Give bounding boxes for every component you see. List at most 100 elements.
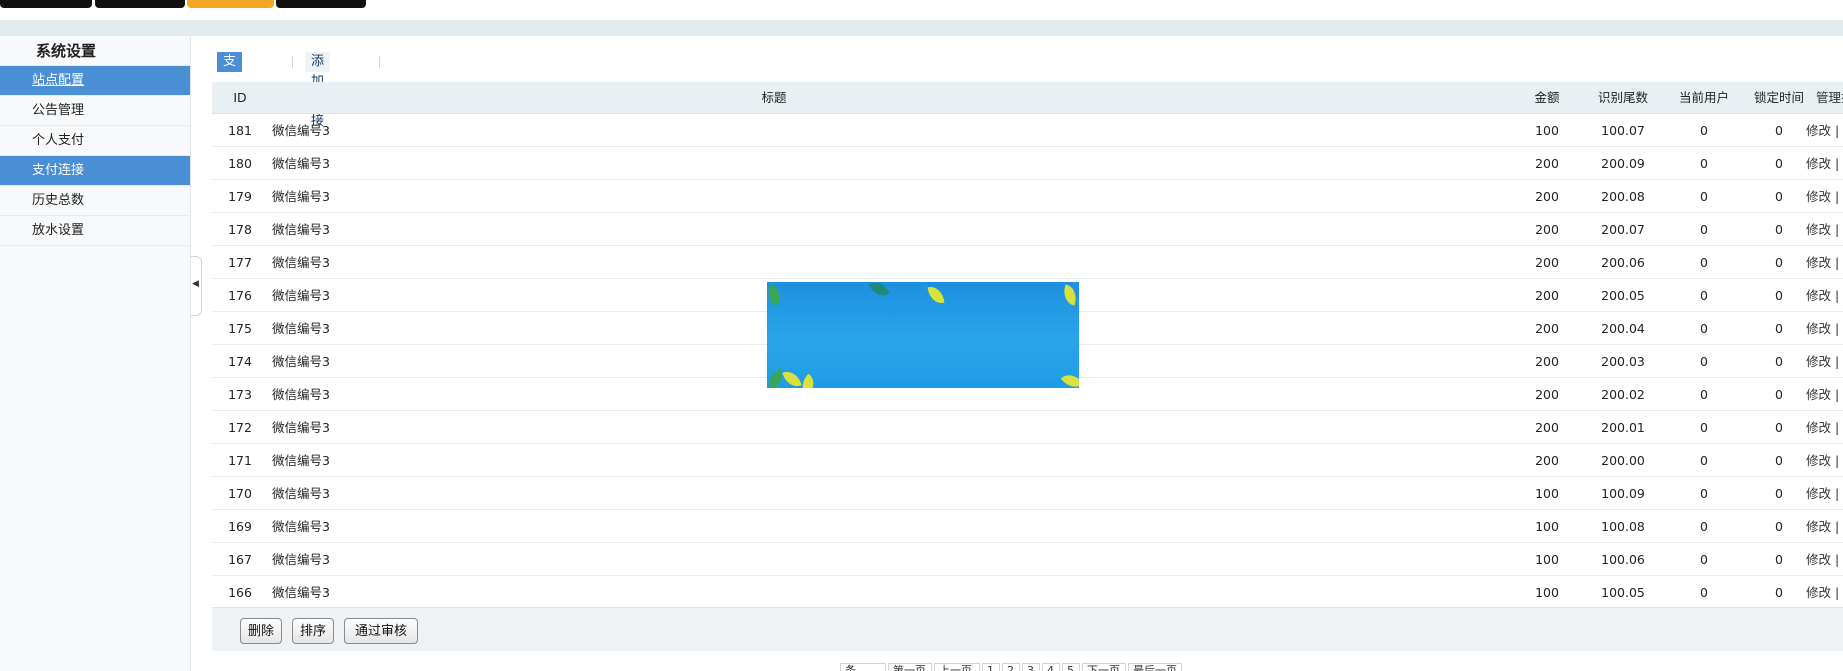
cell-amount: 200	[1535, 288, 1559, 303]
cell-user: 0	[1700, 321, 1708, 336]
pager-item[interactable]: 第一页	[888, 663, 932, 671]
cell-manage-links[interactable]: 修改 | 删	[1806, 411, 1843, 444]
cell-id: 173	[228, 387, 252, 402]
col-header-code[interactable]: 识别尾数	[1584, 82, 1662, 114]
cell-id: 175	[228, 321, 252, 336]
cell-code: 200.04	[1601, 321, 1645, 336]
cell-manage-links[interactable]: 修改 | 删	[1806, 444, 1843, 477]
pagination: 条第一页 上一页 1 2 3 4 5 下一页 最后一页	[840, 663, 1240, 671]
table-row[interactable]: 170 微信编号3 100 100.09 0 0 修改 | 删	[212, 477, 1843, 510]
pager-item[interactable]: 4	[1042, 663, 1060, 671]
cell-user: 0	[1700, 288, 1708, 303]
cell-amount: 200	[1535, 387, 1559, 402]
sidebar-item-history-total[interactable]: 历史总数	[0, 186, 190, 216]
cell-title: 微信编号3	[272, 453, 330, 468]
col-header-id[interactable]: ID	[218, 82, 262, 114]
col-header-manage: 管理操作	[1816, 90, 1843, 105]
cell-title: 微信编号3	[272, 420, 330, 435]
cell-lock-time: 0	[1775, 189, 1783, 204]
pager-item[interactable]: 条	[840, 663, 886, 671]
sidebar-item-site-config[interactable]: 站点配置	[0, 66, 190, 96]
pager-item[interactable]: 下一页	[1082, 663, 1126, 671]
table-action-bar: 删除 排序 通过审核	[212, 607, 1843, 651]
cell-user: 0	[1700, 552, 1708, 567]
table-row[interactable]: 178 微信编号3 200 200.07 0 0 修改 | 删	[212, 213, 1843, 246]
table-row[interactable]: 171 微信编号3 200 200.00 0 0 修改 | 删	[212, 444, 1843, 477]
cell-user: 0	[1700, 123, 1708, 138]
table-row[interactable]: 177 微信编号3 200 200.06 0 0 修改 | 删	[212, 246, 1843, 279]
cell-id: 176	[228, 288, 252, 303]
cell-user: 0	[1700, 585, 1708, 600]
cell-manage-links[interactable]: 修改 | 删	[1806, 213, 1843, 246]
table-row[interactable]: 180 微信编号3 200 200.09 0 0 修改 | 删	[212, 147, 1843, 180]
top-tab-2[interactable]	[95, 0, 185, 8]
cell-manage-links[interactable]: 修改 | 删	[1806, 477, 1843, 510]
cell-code: 200.00	[1601, 453, 1645, 468]
ad-banner-image[interactable]	[767, 282, 1079, 388]
cell-code: 200.01	[1601, 420, 1645, 435]
cell-manage-links[interactable]: 修改 | 删	[1806, 279, 1843, 312]
cell-code: 200.02	[1601, 387, 1645, 402]
pager-item[interactable]: 3	[1022, 663, 1040, 671]
top-tab-active[interactable]	[187, 0, 274, 8]
sort-button[interactable]: 排序	[292, 618, 334, 644]
cell-code: 100.08	[1601, 519, 1645, 534]
tab-payment-links[interactable]: 支付连接	[217, 52, 243, 129]
cell-lock-time: 0	[1775, 123, 1783, 138]
table-row[interactable]: 169 微信编号3 100 100.08 0 0 修改 | 删	[212, 510, 1843, 543]
cell-lock-time: 0	[1775, 420, 1783, 435]
header-divider	[0, 20, 1843, 36]
cell-manage-links[interactable]: 修改 | 删	[1806, 543, 1843, 576]
pager-item[interactable]: 上一页	[934, 663, 980, 671]
pager-item[interactable]: 2	[1002, 663, 1020, 671]
cell-manage-links[interactable]: 修改 | 删	[1806, 510, 1843, 543]
sidebar-collapse-handle[interactable]: ◀	[191, 256, 202, 316]
cell-code: 100.05	[1601, 585, 1645, 600]
cell-code: 100.09	[1601, 486, 1645, 501]
cell-lock-time: 0	[1775, 387, 1783, 402]
cell-code: 100.07	[1601, 123, 1645, 138]
table-row[interactable]: 167 微信编号3 100 100.06 0 0 修改 | 删	[212, 543, 1843, 576]
col-header-amount[interactable]: 金额	[1522, 82, 1572, 114]
cell-amount: 100	[1535, 123, 1559, 138]
cell-lock-time: 0	[1775, 222, 1783, 237]
cell-title: 微信编号3	[272, 552, 330, 567]
table-row[interactable]: 179 微信编号3 200 200.08 0 0 修改 | 删	[212, 180, 1843, 213]
sidebar-item-announcements[interactable]: 公告管理	[0, 96, 190, 126]
table-row[interactable]: 166 微信编号3 100 100.05 0 0 修改 | 删	[212, 576, 1843, 609]
cell-manage-links[interactable]: 修改 | 删	[1806, 114, 1843, 147]
cell-manage-links[interactable]: 修改 | 删	[1806, 378, 1843, 411]
cell-user: 0	[1700, 189, 1708, 204]
pager-item[interactable]: 最后一页	[1128, 663, 1182, 671]
cell-id: 172	[228, 420, 252, 435]
col-header-user[interactable]: 当前用户	[1672, 82, 1736, 114]
cell-manage-links[interactable]: 修改 | 删	[1806, 312, 1843, 345]
delete-button[interactable]: 删除	[240, 618, 282, 644]
cell-lock-time: 0	[1775, 486, 1783, 501]
approve-button[interactable]: 通过审核	[344, 618, 418, 644]
pager-item[interactable]: 5	[1062, 663, 1080, 671]
cell-title: 微信编号3	[272, 255, 330, 270]
sidebar-item-release-settings[interactable]: 放水设置	[0, 216, 190, 246]
col-header-title[interactable]: 标题	[272, 82, 1276, 114]
pager-item[interactable]: 1	[982, 663, 1000, 671]
sidebar-item-payment-links[interactable]: 支付连接	[0, 156, 190, 186]
table-row[interactable]: 181 微信编号3 100 100.07 0 0 修改 | 删	[212, 114, 1843, 147]
tab-add-link[interactable]: 添加连接	[305, 52, 331, 129]
cell-id: 178	[228, 222, 252, 237]
cell-lock-time: 0	[1775, 519, 1783, 534]
cell-manage-links[interactable]: 修改 | 删	[1806, 147, 1843, 180]
cell-id: 170	[228, 486, 252, 501]
cell-manage-links[interactable]: 修改 | 删	[1806, 246, 1843, 279]
cell-code: 200.03	[1601, 354, 1645, 369]
col-header-lock-time[interactable]: 锁定时间	[1742, 82, 1816, 114]
table-row[interactable]: 172 微信编号3 200 200.01 0 0 修改 | 删	[212, 411, 1843, 444]
cell-id: 166	[228, 585, 252, 600]
cell-manage-links[interactable]: 修改 | 删	[1806, 180, 1843, 213]
cell-manage-links[interactable]: 修改 | 删	[1806, 576, 1843, 609]
top-tab-1[interactable]	[0, 0, 92, 8]
leaf-decoration	[927, 284, 945, 306]
sidebar-item-personal-payment[interactable]: 个人支付	[0, 126, 190, 156]
top-tab-4[interactable]	[276, 0, 366, 8]
cell-manage-links[interactable]: 修改 | 删	[1806, 345, 1843, 378]
